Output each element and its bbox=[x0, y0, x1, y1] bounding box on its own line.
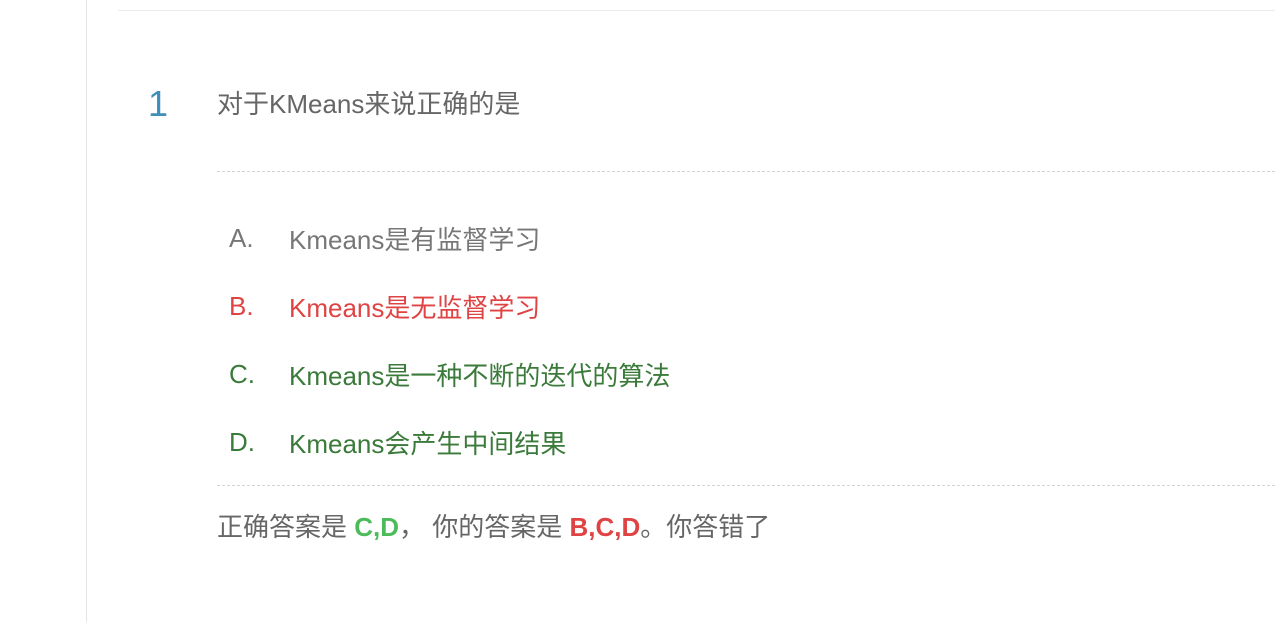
option-a: A. Kmeans是有监督学习 bbox=[229, 204, 670, 272]
option-d-letter: D. bbox=[229, 426, 255, 457]
top-divider bbox=[118, 10, 1275, 11]
option-b: B. Kmeans是无监督学习 bbox=[229, 272, 670, 340]
option-b-text: Kmeans是无监督学习 bbox=[289, 292, 541, 323]
option-list: A. Kmeans是有监督学习 B. Kmeans是无监督学习 C. Kmean… bbox=[229, 204, 670, 476]
verdict-text: 。你答错了 bbox=[640, 512, 771, 542]
option-c-text: Kmeans是一种不断的迭代的算法 bbox=[289, 360, 671, 391]
correct-answer-label: 正确答案是 bbox=[217, 512, 355, 542]
option-d: D. Kmeans会产生中间结果 bbox=[229, 408, 670, 476]
option-c-letter: C. bbox=[229, 358, 255, 389]
option-c: C. Kmeans是一种不断的迭代的算法 bbox=[229, 340, 670, 408]
option-a-text: Kmeans是有监督学习 bbox=[289, 224, 541, 255]
option-d-text: Kmeans会产生中间结果 bbox=[289, 428, 567, 459]
left-divider bbox=[86, 0, 87, 622]
answer-divider bbox=[217, 485, 1275, 486]
quiz-result-page: 1 对于KMeans来说正确的是 A. Kmeans是有监督学习 B. Kmea… bbox=[0, 0, 1275, 622]
question-title: 对于KMeans来说正确的是 bbox=[217, 89, 521, 119]
question-divider bbox=[217, 171, 1275, 172]
user-answer-value: B,C,D bbox=[569, 512, 641, 542]
option-a-letter: A. bbox=[229, 222, 254, 253]
option-b-letter: B. bbox=[229, 290, 254, 321]
answer-feedback: 正确答案是 C,D， 你的答案是 B,C,D。你答错了 bbox=[217, 511, 770, 543]
question-number: 1 bbox=[148, 83, 169, 124]
user-answer-label: ， 你的答案是 bbox=[399, 512, 570, 542]
correct-answer-value: C,D bbox=[354, 512, 400, 542]
